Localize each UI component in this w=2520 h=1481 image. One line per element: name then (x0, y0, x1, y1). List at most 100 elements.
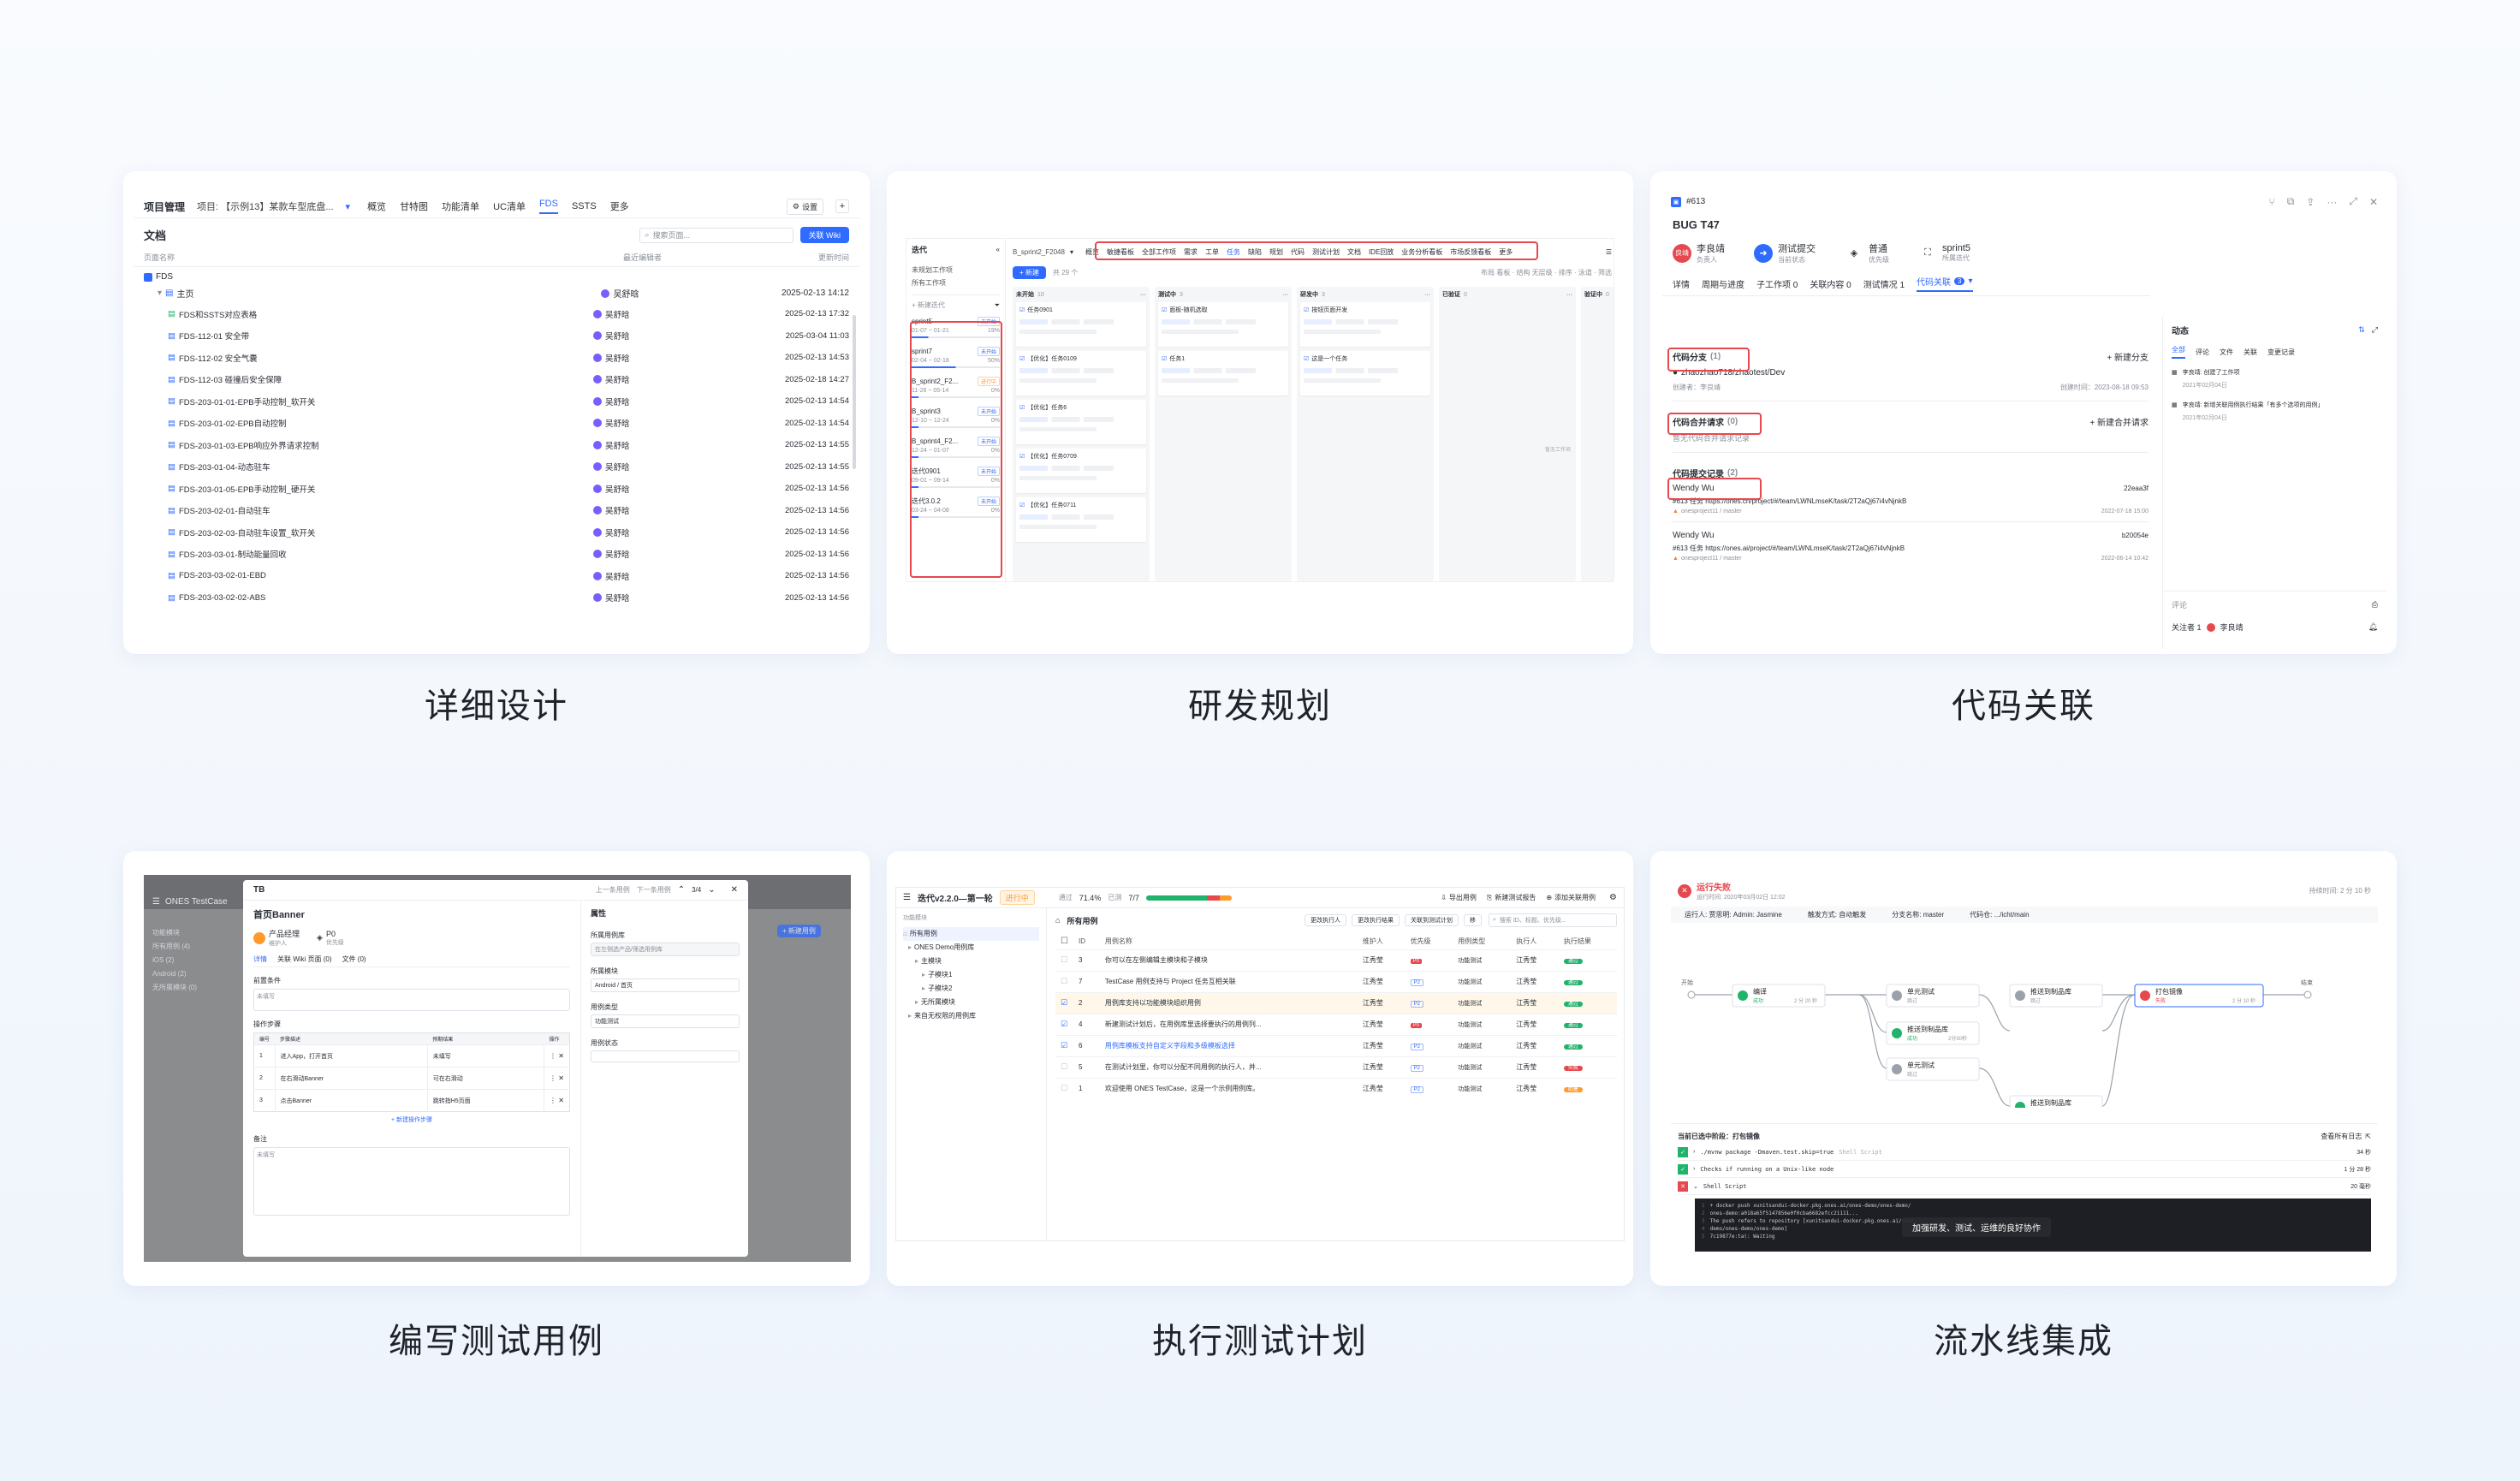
tab-2[interactable]: 功能清单 (442, 199, 479, 213)
design-root-node[interactable]: FDS (156, 272, 173, 282)
drag-icon[interactable]: ⋮ (550, 1074, 558, 1082)
row-name[interactable]: FDS-112-02 安全气囊 (179, 352, 590, 364)
result-badge[interactable]: 阻塞 (1563, 1087, 1583, 1093)
case-name[interactable]: 首页Banner (253, 907, 570, 921)
module-select[interactable]: Android / 首页 (591, 978, 740, 992)
tree-node[interactable]: ▸ 来自无权限的用例库 (903, 1009, 1039, 1023)
pipeline-stage[interactable]: 推送到制品库跳过 (2009, 984, 2103, 1008)
table-row[interactable]: ▤ FDS-203-01-01-EPB手动控制_软开关 吴舒晗 2025-02-13 … (134, 390, 859, 413)
list-button[interactable]: 关联到测试计划 (1405, 914, 1459, 926)
tab-6[interactable]: 更多 (610, 199, 629, 213)
new-merge-button[interactable]: + 新建合并请求 (2089, 415, 2149, 428)
row-name[interactable]: FDS-203-03-01-制动能量回收 (179, 548, 590, 560)
card-dev-planning[interactable]: 迭代 « 未规划工作项 所有工作项 + 新建迭代 ⏷ sprint5 未开始 01-07 … (887, 171, 1633, 654)
tree-node[interactable]: ▸ 主模块 (903, 955, 1039, 968)
step-desc[interactable]: 进入App，打开首页 (274, 1044, 428, 1068)
filter-icon[interactable]: ⏷ (995, 301, 1000, 310)
step-desc[interactable]: 在右滑动Banner (274, 1067, 428, 1090)
table-row[interactable]: ▤ FDS-203-02-03-自动驻车设置_软开关 吴舒晗 2025-02-13 1… (134, 521, 859, 544)
tree-node[interactable]: ▸ ONES Demo用例库 (903, 941, 1039, 955)
tab-2[interactable]: 文件 (0) (342, 955, 366, 964)
tree-node[interactable]: ⌂ 所有用例 (903, 927, 1039, 941)
tab-3[interactable]: 关联 (2244, 348, 2257, 357)
table-row[interactable]: ☑ 2 用例库支持以功能模块组织用例 江秀莹 P2 功能测试 江秀莹 通过 (1055, 992, 1617, 1014)
menu-icon[interactable]: ☰ (1606, 248, 1612, 256)
design-project-select[interactable]: 项目: 【示例13】某款车型底盘... (197, 199, 334, 213)
step-expected[interactable]: 未填写 (426, 1044, 544, 1068)
comment-input[interactable]: 评论 (2172, 599, 2187, 610)
tab-5[interactable]: SSTS (572, 201, 597, 211)
row-name[interactable]: FDS-203-02-01-自动驻车 (179, 504, 590, 516)
board-card[interactable]: ☑ 这是一个任务 (1300, 351, 1430, 396)
table-row[interactable]: ☐ 7 TestCase 用例支持与 Project 任务互相关联 江秀莹 P2 功能测试… (1055, 971, 1617, 992)
result-badge[interactable]: 通过 (1563, 1002, 1583, 1007)
chevron-up-icon[interactable]: ⌃ (678, 885, 685, 895)
more-icon[interactable]: ··· (1140, 292, 1146, 298)
case-name[interactable]: 在测试计划里，你可以分配不同用例的执行人，并... (1100, 1056, 1358, 1078)
chevron-down-icon[interactable]: ⌄ (708, 885, 715, 895)
result-badge[interactable]: 失败 (1563, 1066, 1583, 1071)
board-card[interactable]: ☑ 面板-随机选取 (1158, 302, 1288, 347)
case-name[interactable]: 用例库支持以功能模块组织用例 (1100, 992, 1358, 1014)
close-icon[interactable]: ✕ (731, 885, 738, 895)
prev-case-link[interactable]: 上一条用例 (596, 885, 630, 895)
copy-icon[interactable]: ⧉ (2287, 195, 2295, 208)
product-select[interactable]: 在左侧选产品/筛选用例库 (591, 943, 740, 956)
table-row[interactable]: ☐ 3 你可以在左侧编辑主模块和子模块 江秀莹 P0 功能测试 江秀莹 通过 (1055, 949, 1617, 971)
row-name[interactable]: FDS-203-02-03-自动驻车设置_软开关 (179, 526, 590, 538)
row-name[interactable]: FDS-112-03 碰撞后安全保障 (179, 373, 590, 385)
new-sprint-button[interactable]: + 新建迭代 (912, 300, 945, 310)
row-name[interactable]: FDS-112-01 安全带 (179, 330, 590, 342)
tab-3[interactable]: 关联内容 0 (1810, 277, 1851, 290)
table-row[interactable]: ☐ 5 在测试计划里，你可以分配不同用例的执行人，并... 江秀莹 P2 功能测试 江秀莹 失… (1055, 1056, 1617, 1078)
tab-4[interactable]: 变更记录 (2267, 348, 2295, 357)
table-row[interactable]: ▤ FDS-203-03-01-制动能量回收 吴舒晗 2025-02-13 14:56 (134, 544, 859, 566)
list-button[interactable]: 移 (1464, 914, 1482, 926)
case-name[interactable]: TestCase 用例支持与 Project 任务互相关联 (1100, 971, 1358, 992)
case-search-input[interactable]: ⌕ 搜索 ID、标题、优先级... (1489, 913, 1617, 927)
tab-2[interactable]: 文件 (2220, 348, 2233, 357)
pipeline-stage[interactable]: 编译成功 2 分 20 秒 (1732, 984, 1826, 1008)
board-card[interactable]: ☑ 【优化】任务0709 (1016, 449, 1146, 493)
card-detailed-design[interactable]: 项目管理 项目: 【示例13】某款车型底盘... ▾ 概览 甘特图 功能清单 UC清单… (123, 171, 870, 654)
case-name[interactable]: 欢迎使用 ONES TestCase，这是一个示例用例库。 (1100, 1078, 1358, 1099)
delete-icon[interactable]: ✕ (558, 1052, 564, 1060)
select-all-checkbox[interactable]: ☐ (1055, 934, 1073, 949)
table-row[interactable]: ▤ FDS-203-01-03-EPB响应外界请求控制 吴舒晗 2025-02-13 … (134, 434, 859, 456)
commit-message[interactable]: #613 任务 https://ones.ai/project/#/team/L… (1673, 544, 2149, 553)
card-exec-testplan[interactable]: ☰ 迭代v2.2.0—第一轮 进行中 通过 71.4% 已测 7/7 ⇩ 导出用例… (887, 851, 1633, 1286)
row-checkbox[interactable]: ☑ (1055, 1014, 1073, 1035)
result-badge[interactable]: 通过 (1563, 980, 1583, 985)
row-name[interactable]: FDS-203-03-02-02-ABS (179, 593, 590, 603)
step-expected[interactable]: 可在右滑动 (426, 1067, 544, 1090)
bell-icon[interactable]: 🔔︎ (2368, 622, 2378, 632)
chevron-icon[interactable]: ⌄ (1693, 1183, 1698, 1190)
case-name[interactable]: 你可以在左侧编辑主模块和子模块 (1100, 949, 1358, 971)
row-name[interactable]: FDS-203-01-04-动态驻车 (179, 461, 590, 473)
tree-node[interactable]: ▸ 无所属模块 (903, 996, 1039, 1009)
table-row[interactable]: ▤ FDS和SSTS对应表格 吴舒晗 2025-02-13 17:32 (134, 303, 859, 325)
design-search-input[interactable]: ⌕ 搜索页面... (639, 227, 793, 243)
tree-node[interactable]: ▸ 子模块2 (903, 982, 1039, 996)
tab-1[interactable]: 周期与进度 (1702, 277, 1744, 290)
board-card[interactable]: ☑ 【优化】任务0109 (1016, 351, 1146, 396)
row-name[interactable]: FDS-203-01-05-EPB手动控制_硬开关 (179, 483, 590, 495)
log-step[interactable]: ✕ ⌄ Shell Script 20 毫秒 (1678, 1178, 2371, 1195)
tab-4[interactable]: FDS (538, 199, 558, 214)
sidebar-item[interactable]: 未规划工作项 (912, 264, 1000, 277)
row-name[interactable]: FDS-203-03-02-01-EBD (179, 571, 590, 580)
result-badge[interactable]: 通过 (1563, 1023, 1583, 1028)
table-row[interactable]: ▤ FDS-203-03-02-01-EBD 吴舒晗 2025-02-13 14:56 (134, 565, 859, 587)
row-checkbox[interactable]: ☑ (1055, 992, 1073, 1014)
card-pipeline[interactable]: ✕ 运行失败 运行时间: 2020年03月02日 12:02 持续时间: 2 分 … (1650, 851, 2397, 1286)
design-home-node[interactable]: 主页 (176, 287, 597, 300)
board-card[interactable]: ☑ 【优化】任务6 (1016, 400, 1146, 444)
result-badge[interactable]: 通过 (1563, 959, 1583, 964)
commit-hash[interactable]: b20054e (2122, 532, 2149, 539)
tab-1[interactable]: 甘特图 (400, 199, 428, 213)
more-icon[interactable]: ··· (1566, 292, 1572, 298)
type-select[interactable]: 功能测试 (591, 1014, 740, 1028)
tab-0[interactable]: 全部 (2172, 345, 2185, 359)
view-all-logs-link[interactable]: 查看所有日志 (2321, 1132, 2362, 1141)
next-case-link[interactable]: 下一条用例 (637, 885, 671, 895)
